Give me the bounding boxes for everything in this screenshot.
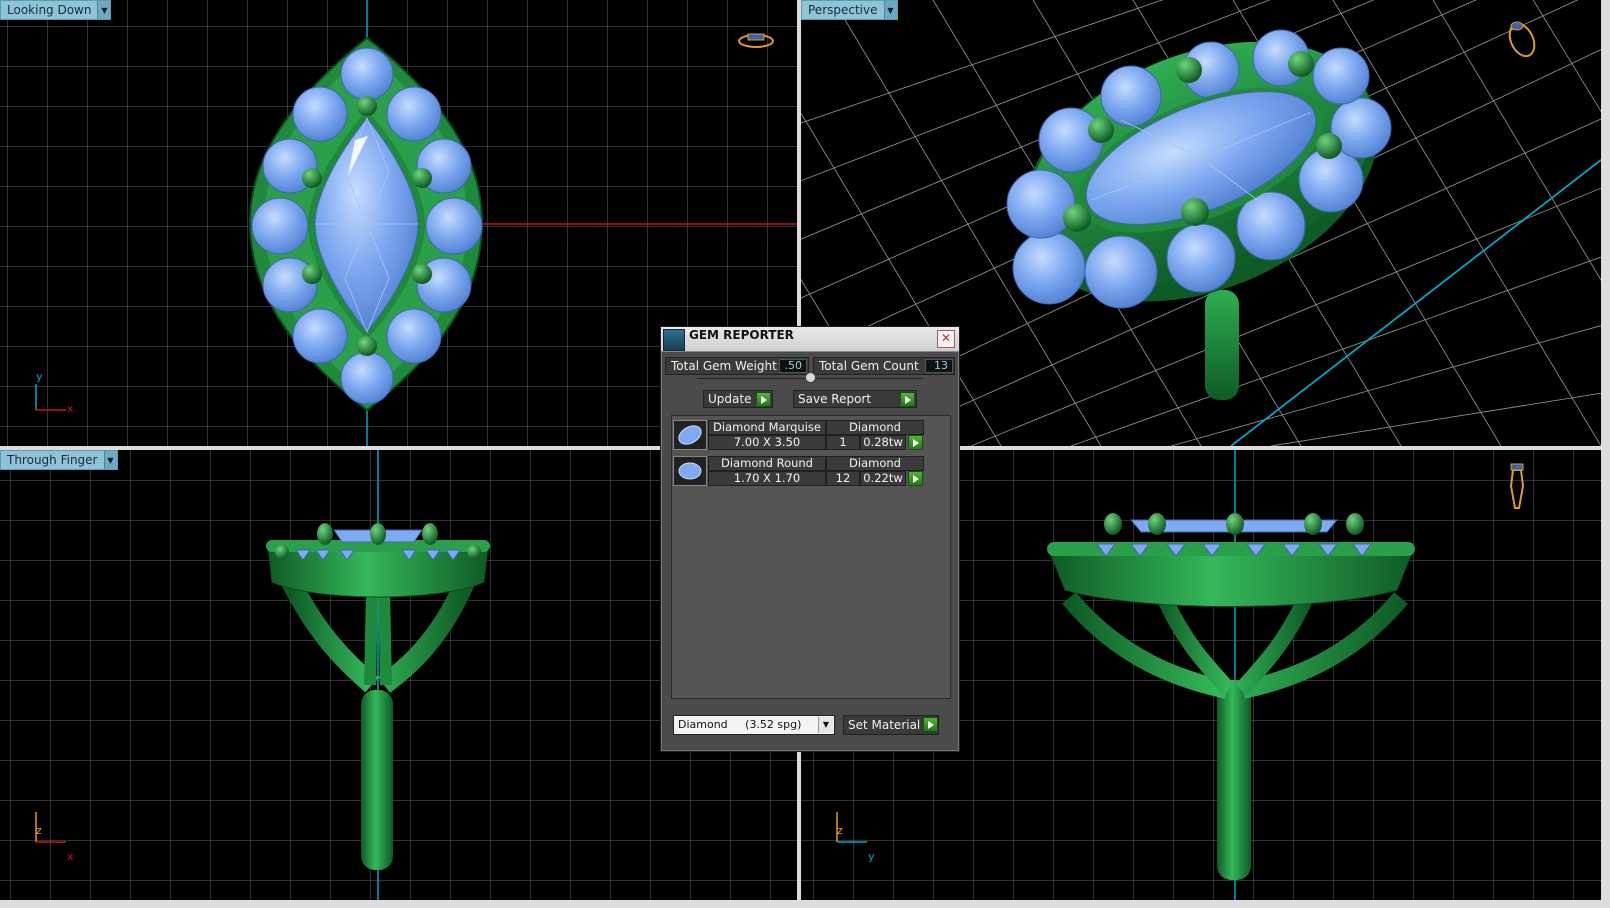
update-go-icon[interactable] [756, 392, 771, 407]
chevron-down-icon[interactable]: ▼ [818, 717, 833, 733]
marquise-gem-thumbnail-icon [673, 420, 707, 450]
gem-list[interactable]: Diamond Marquise Diamond 7.00 X 3.50 1 0… [671, 415, 951, 699]
gem-row-2-size: 1.70 X 1.70 [708, 471, 826, 486]
chevron-down-icon[interactable]: ▼ [103, 451, 117, 469]
viewport-label-looking-down[interactable]: Looking Down ▼ [0, 0, 112, 20]
viewport-label-through-finger[interactable]: Through Finger ▼ [0, 450, 118, 470]
set-material-button-label: Set Material [848, 718, 921, 732]
set-material-go-icon[interactable] [923, 717, 938, 732]
material-select[interactable]: Diamond (3.52 spg) ▼ [673, 715, 835, 735]
close-icon[interactable]: ✕ [937, 330, 955, 348]
axis-label-z: z [36, 824, 42, 837]
round-gem-thumbnail-icon [673, 456, 707, 486]
gem-row-1-go-icon[interactable] [908, 435, 923, 450]
gem-row-1-material: Diamond [826, 420, 924, 435]
chevron-down-icon[interactable]: ▼ [97, 1, 111, 19]
gem-row-2-material: Diamond [826, 456, 924, 471]
chevron-down-icon[interactable]: ▼ [883, 1, 897, 19]
axis-label-y: y [868, 850, 875, 863]
ring-orientation-icon [1508, 21, 1536, 58]
axis-label-x: x [67, 402, 74, 415]
total-gem-weight-value: .50 [779, 359, 807, 373]
dialog-titlebar[interactable]: GEM REPORTER ✕ [661, 327, 959, 352]
dialog-title: GEM REPORTER [689, 328, 794, 342]
gem-row-2-name: Diamond Round [708, 456, 826, 471]
material-select-value: Diamond (3.52 spg) [678, 718, 802, 731]
gem-row-2-go-icon[interactable] [908, 471, 923, 486]
axis-label-y: y [36, 370, 43, 383]
axis-label-x: x [67, 850, 74, 863]
gem-row-2-qty: 12 [826, 471, 860, 486]
axis-label-z: z [837, 824, 843, 837]
gem-reporter-dialog[interactable]: GEM REPORTER ✕ Total Gem Weight .50 Tota… [660, 326, 960, 752]
gem-reporter-app-icon [663, 329, 685, 351]
total-gem-count-value: 13 [925, 359, 953, 373]
gem-row-2-weight: 0.22tw [860, 471, 906, 486]
save-report-go-icon[interactable] [900, 392, 915, 407]
viewport-label-perspective[interactable]: Perspective ▼ [801, 0, 898, 20]
total-gem-count-label: Total Gem Count [819, 359, 919, 373]
gem-row-1-qty: 1 [826, 435, 860, 450]
save-report-button-label: Save Report [798, 392, 872, 406]
total-gem-weight-label: Total Gem Weight [671, 359, 777, 373]
save-report-button[interactable]: Save Report [793, 390, 917, 408]
gem-row-1-weight: 0.28tw [860, 435, 906, 450]
gem-row-1-name: Diamond Marquise [708, 420, 826, 435]
update-button-label: Update [708, 392, 752, 406]
splitter-handle[interactable] [805, 372, 816, 383]
gem-row-1-size: 7.00 X 3.50 [708, 435, 826, 450]
